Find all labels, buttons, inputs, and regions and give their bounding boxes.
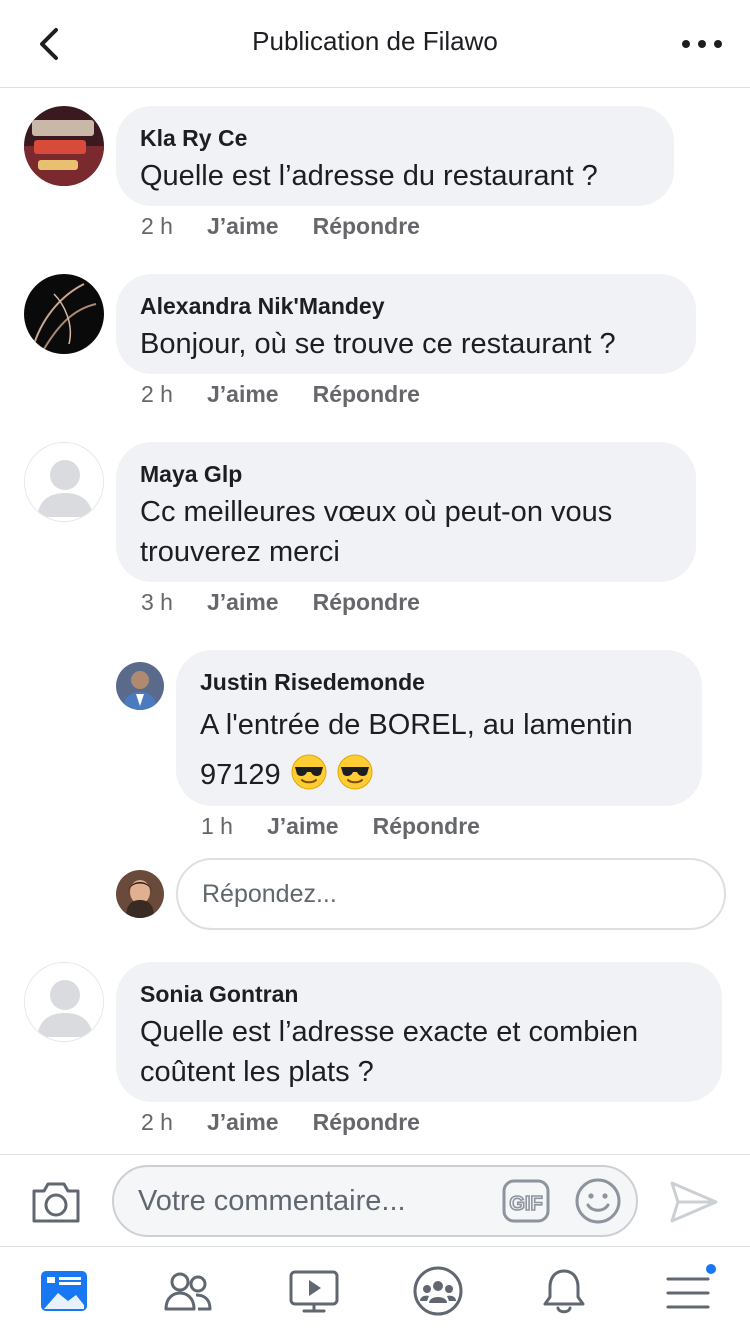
page-title: Publication de Filawo [252, 26, 498, 56]
comment-text-line: A l'entrée de BOREL, au lamentin [200, 709, 633, 741]
avatar[interactable] [116, 662, 164, 710]
comment-bubble[interactable]: Maya Glp Cc meilleures vœux où peut-on v… [116, 442, 696, 582]
reply-button[interactable]: Répondre [313, 1108, 420, 1136]
like-button[interactable]: J’aime [207, 1108, 279, 1136]
comment-author[interactable]: Maya Glp [140, 460, 672, 488]
send-button[interactable] [668, 1179, 720, 1225]
person-placeholder-icon [25, 443, 103, 521]
gif-icon: GIF [502, 1179, 550, 1223]
comment-actions: 2 h J’aime Répondre [141, 212, 420, 240]
news-feed-icon [41, 1271, 87, 1311]
svg-text:GIF: GIF [509, 1193, 542, 1215]
reply-button[interactable]: Répondre [373, 812, 480, 840]
sunglasses-emoji-icon [337, 754, 373, 790]
comment-bubble[interactable]: Alexandra Nik'Mandey Bonjour, où se trou… [116, 274, 696, 374]
default-avatar[interactable] [24, 442, 104, 522]
comment-text-line: Quelle est l’adresse exacte et combien [140, 1016, 639, 1048]
comment-author[interactable]: Sonia Gontran [140, 980, 698, 1008]
comment-time: 2 h [141, 1109, 173, 1135]
like-button[interactable]: J’aime [207, 380, 279, 408]
sunglasses-emoji-icon [291, 754, 327, 790]
dot-icon [698, 40, 706, 48]
comment-actions: 2 h J’aime Répondre [141, 1108, 420, 1136]
reply-input[interactable]: Répondez... [176, 858, 726, 930]
current-user-avatar [116, 870, 164, 918]
comment-time: 2 h [141, 213, 173, 239]
like-button[interactable]: J’aime [207, 212, 279, 240]
groups-icon [413, 1266, 463, 1316]
comment-actions: 1 h J’aime Répondre [201, 812, 480, 840]
notification-dot [704, 1262, 718, 1276]
comment-time: 2 h [141, 381, 173, 407]
nav-menu[interactable] [664, 1262, 718, 1317]
comment-text: Quelle est l’adresse exacte et combien c… [140, 1012, 698, 1092]
nav-news-feed[interactable] [38, 1265, 90, 1317]
person-placeholder-icon [25, 963, 103, 1041]
comment-text: Quelle est l’adresse du restaurant ? [140, 160, 598, 192]
dot-icon [714, 40, 722, 48]
top-bar: Publication de Filawo [0, 0, 750, 88]
comment-author[interactable]: Kla Ry Ce [140, 124, 650, 152]
video-icon [289, 1270, 339, 1313]
avatar[interactable] [24, 274, 104, 354]
comment-bubble[interactable]: Justin Risedemonde A l'entrée de BOREL, … [176, 650, 702, 806]
send-icon [670, 1181, 718, 1223]
gif-button[interactable]: GIF [502, 1179, 550, 1223]
nav-friends[interactable] [162, 1265, 214, 1317]
comment-text: Cc meilleures vœux où peut-on vous trouv… [140, 492, 672, 572]
avatar[interactable] [24, 106, 104, 186]
comment-bubble[interactable]: Kla Ry Ce Quelle est l’adresse du restau… [116, 106, 674, 206]
nav-watch[interactable] [288, 1265, 340, 1317]
like-button[interactable]: J’aime [267, 812, 339, 840]
more-options-button[interactable] [682, 30, 722, 58]
friends-icon [164, 1272, 212, 1311]
comment-time: 3 h [141, 589, 173, 615]
comment-composer: Votre commentaire... GIF [0, 1154, 750, 1246]
nav-notifications[interactable] [538, 1265, 590, 1317]
comment-text-line: trouverez merci [140, 536, 340, 568]
bell-icon [543, 1269, 585, 1314]
comment-actions: 2 h J’aime Répondre [141, 380, 420, 408]
comment-bubble[interactable]: Sonia Gontran Quelle est l’adresse exact… [116, 962, 722, 1102]
comment-text-segment: 97129 [200, 759, 281, 791]
bottom-navigation [0, 1246, 750, 1334]
comment-input-placeholder: Votre commentaire... [138, 1185, 406, 1217]
smiley-icon [575, 1178, 621, 1224]
dot-icon [682, 40, 690, 48]
comment-author[interactable]: Alexandra Nik'Mandey [140, 292, 672, 320]
reply-button[interactable]: Répondre [313, 212, 420, 240]
comment-input[interactable]: Votre commentaire... GIF [112, 1165, 638, 1237]
nav-groups[interactable] [412, 1265, 464, 1317]
comment-text: A l'entrée de BOREL, au lamentin 97129 [200, 700, 678, 800]
camera-icon [32, 1182, 80, 1223]
default-avatar[interactable] [24, 962, 104, 1042]
comment-time: 1 h [201, 813, 233, 839]
camera-button[interactable] [30, 1177, 82, 1227]
comment-author[interactable]: Justin Risedemonde [200, 668, 678, 696]
comment-text-line: Cc meilleures vœux où peut-on vous [140, 496, 613, 528]
reply-button[interactable]: Répondre [313, 588, 420, 616]
emoji-button[interactable] [574, 1177, 622, 1225]
comment-text-line: 97129 [200, 750, 678, 800]
comment-text: Bonjour, où se trouve ce restaurant ? [140, 328, 616, 360]
comment-actions: 3 h J’aime Répondre [141, 588, 420, 616]
comment-text-line: coûtent les plats ? [140, 1056, 374, 1088]
reply-button[interactable]: Répondre [313, 380, 420, 408]
like-button[interactable]: J’aime [207, 588, 279, 616]
